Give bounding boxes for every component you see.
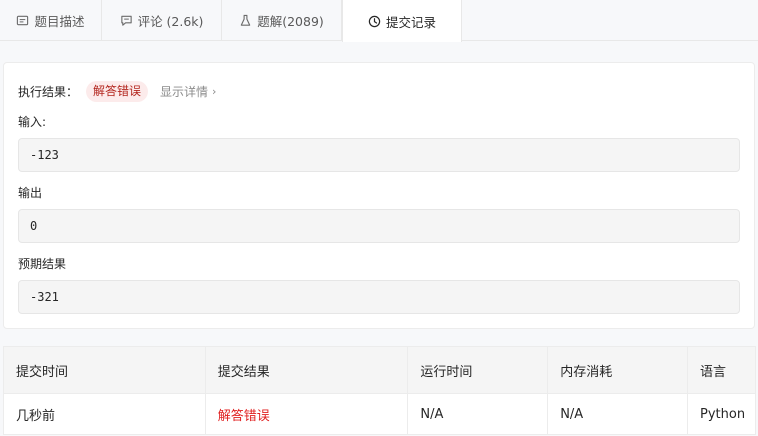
execution-result-label: 执行结果： bbox=[18, 84, 79, 99]
output-value-box: 0 bbox=[18, 209, 740, 243]
tab-solutions[interactable]: 题解(2089) bbox=[222, 0, 342, 41]
output-label: 输出 bbox=[18, 186, 43, 200]
tab-description[interactable]: 题目描述 bbox=[0, 0, 102, 41]
chevron-right-icon: › bbox=[212, 84, 217, 98]
clock-icon bbox=[368, 15, 381, 28]
header-memory: 内存消耗 bbox=[547, 346, 688, 394]
tab-label: 题目描述 bbox=[34, 14, 85, 29]
tab-label: 题解(2089) bbox=[257, 14, 324, 29]
header-runtime: 运行时间 bbox=[407, 346, 549, 394]
description-icon bbox=[16, 14, 29, 27]
table-header-row: 提交时间 提交结果 运行时间 内存消耗 语言 bbox=[3, 346, 756, 394]
cell-runtime: N/A bbox=[407, 393, 549, 435]
expected-label: 预期结果 bbox=[18, 257, 67, 271]
input-label: 输入: bbox=[18, 115, 47, 129]
cell-language: Python bbox=[687, 393, 756, 435]
tab-label: 提交记录 bbox=[385, 14, 436, 30]
cell-submit-result[interactable]: 解答错误 bbox=[204, 393, 409, 435]
tab-submissions[interactable]: 提交记录 bbox=[342, 0, 462, 42]
execution-result-row: 执行结果： 解答错误 显示详情 › bbox=[18, 80, 216, 102]
show-details-label: 显示详情 bbox=[160, 84, 209, 99]
tab-comments[interactable]: 评论 (2.6k) bbox=[102, 0, 222, 41]
comment-icon bbox=[120, 14, 133, 27]
result-card: 执行结果： 解答错误 显示详情 › 输入: -123 输出 0 预期结果 -32… bbox=[3, 62, 755, 329]
header-language: 语言 bbox=[687, 346, 756, 394]
submissions-table: 提交时间 提交结果 运行时间 内存消耗 语言 几秒前 解答错误 N/A N/A … bbox=[3, 346, 756, 435]
expected-value-box: -321 bbox=[18, 280, 740, 314]
show-details-link[interactable]: 显示详情 › bbox=[160, 83, 216, 100]
input-value-box: -123 bbox=[18, 138, 740, 172]
tab-label: 评论 (2.6k) bbox=[137, 14, 204, 29]
table-row[interactable]: 几秒前 解答错误 N/A N/A Python bbox=[3, 393, 756, 435]
cell-memory: N/A bbox=[547, 393, 688, 435]
flask-icon bbox=[239, 14, 252, 27]
header-submit-result: 提交结果 bbox=[204, 346, 409, 394]
status-badge: 解答错误 bbox=[86, 80, 149, 102]
header-submit-time: 提交时间 bbox=[3, 346, 206, 394]
tab-bar: 题目描述 评论 (2.6k) 题解(2089) 提交记录 bbox=[0, 0, 758, 42]
cell-submit-time: 几秒前 bbox=[3, 393, 206, 435]
